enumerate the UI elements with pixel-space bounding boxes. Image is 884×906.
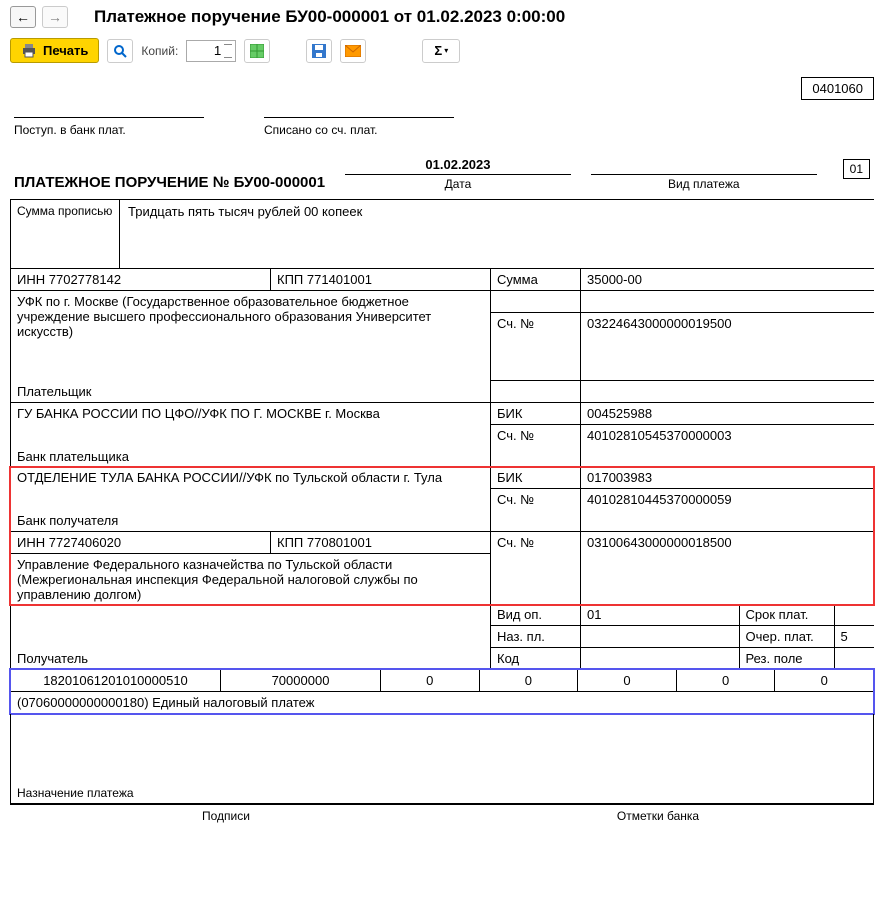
sum-value: 35000-00 [581, 269, 875, 291]
code-7: 0 [775, 670, 874, 692]
code-oktmo: 70000000 [221, 670, 381, 692]
payee-bank-name: ОТДЕЛЕНИЕ ТУЛА БАНКА РОССИИ//УФК по Туль… [17, 470, 442, 485]
code-3: 0 [381, 670, 480, 692]
sum-label: Сумма [491, 269, 581, 291]
payer-acc-label: Сч. № [491, 312, 581, 380]
payee-bank-acc: 40102810445370000059 [581, 488, 875, 510]
dropdown-icon: ▾ [444, 46, 448, 55]
forward-button[interactable]: → [42, 6, 68, 28]
payment-table: ИНН 7702778142 КПП 771401001 Сумма 35000… [10, 269, 874, 468]
payee-label: Получатель [11, 604, 491, 670]
payee-bank-label: Банк получателя [11, 510, 491, 532]
payer-bik: 004525988 [581, 402, 875, 424]
doc-date: 01.02.2023 [345, 157, 571, 175]
payer-inn: 7702778142 [49, 272, 121, 287]
ops-table: Получатель Вид оп. 01 Срок плат. Наз. пл… [10, 604, 874, 670]
payee-inn: 7727406020 [49, 535, 121, 550]
payer-acc: 03224643000000019500 [581, 312, 875, 380]
status-01: 01 [843, 159, 870, 179]
payee-bank-acc-label: Сч. № [491, 488, 581, 510]
copies-label: Копий: [141, 44, 178, 58]
payment-type-label: Вид платежа [591, 175, 817, 191]
purpose-short: (07060000000000180) Единый налоговый пла… [10, 692, 874, 714]
codes-row: 18201061201010000510 70000000 0 0 0 0 0 [10, 669, 874, 692]
payer-label: Плательщик [11, 381, 491, 403]
payee-acc: 03100643000000018500 [581, 531, 875, 605]
sigma-icon: Σ [434, 43, 442, 58]
window-title: Платежное поручение БУ00-000001 от 01.02… [94, 7, 565, 27]
purpose-label: Назначение платежа [17, 786, 134, 800]
payee-acc-label: Сч. № [491, 531, 581, 605]
payee-name: Управление Федерального казначейства по … [17, 557, 418, 602]
payer-kpp: 771401001 [307, 272, 372, 287]
purpose-block: Назначение платежа [10, 714, 874, 804]
payee-kpp: 770801001 [307, 535, 372, 550]
print-label: Печать [43, 43, 88, 58]
vid-op: 01 [581, 604, 740, 626]
mail-button[interactable] [340, 39, 366, 63]
ocher: 5 [834, 626, 874, 648]
date-label: Дата [345, 175, 571, 191]
payee-bik-label: БИК [491, 467, 581, 489]
envelope-icon [345, 45, 361, 57]
magnifier-icon [113, 44, 127, 58]
payee-bik: 017003983 [581, 467, 875, 489]
sum-words-value: Тридцать пять тысяч рублей 00 копеек [120, 199, 874, 269]
code-kbk: 18201061201010000510 [11, 670, 221, 692]
back-button[interactable]: ← [10, 6, 36, 28]
payment-type-value [591, 158, 817, 175]
payee-table: ОТДЕЛЕНИЕ ТУЛА БАНКА РОССИИ//УФК по Туль… [10, 467, 874, 606]
code-6: 0 [676, 670, 775, 692]
code-5: 0 [578, 670, 677, 692]
copies-input[interactable] [186, 40, 236, 62]
grid-icon [250, 44, 264, 58]
floppy-icon [312, 44, 326, 58]
sum-words-label: Сумма прописью [10, 199, 120, 269]
sum-button[interactable]: Σ ▾ [422, 39, 460, 63]
printer-icon [21, 44, 37, 58]
payer-bank-name: ГУ БАНКА РОССИИ ПО ЦФО//УФК ПО Г. МОСКВЕ… [17, 406, 380, 421]
code-4: 0 [479, 670, 578, 692]
footer-bank: Отметки банка [442, 809, 874, 823]
print-button[interactable]: Печать [10, 38, 99, 63]
hdr-in-bank: Поступ. в банк плат. [14, 121, 204, 137]
form-code: 0401060 [801, 77, 874, 100]
footer-sign: Подписи [10, 809, 442, 823]
payer-bik-label: БИК [491, 402, 581, 424]
payer-bank-acc: 40102810545370000003 [581, 424, 875, 446]
preview-button[interactable] [107, 39, 133, 63]
payer-bank-label: Банк плательщика [11, 446, 491, 468]
template-button[interactable] [244, 39, 270, 63]
save-button[interactable] [306, 39, 332, 63]
doc-title: ПЛАТЕЖНОЕ ПОРУЧЕНИЕ № БУ00-000001 [14, 174, 325, 191]
hdr-debited: Списано со сч. плат. [264, 121, 454, 137]
payer-name: УФК по г. Москве (Государственное образо… [17, 294, 431, 339]
